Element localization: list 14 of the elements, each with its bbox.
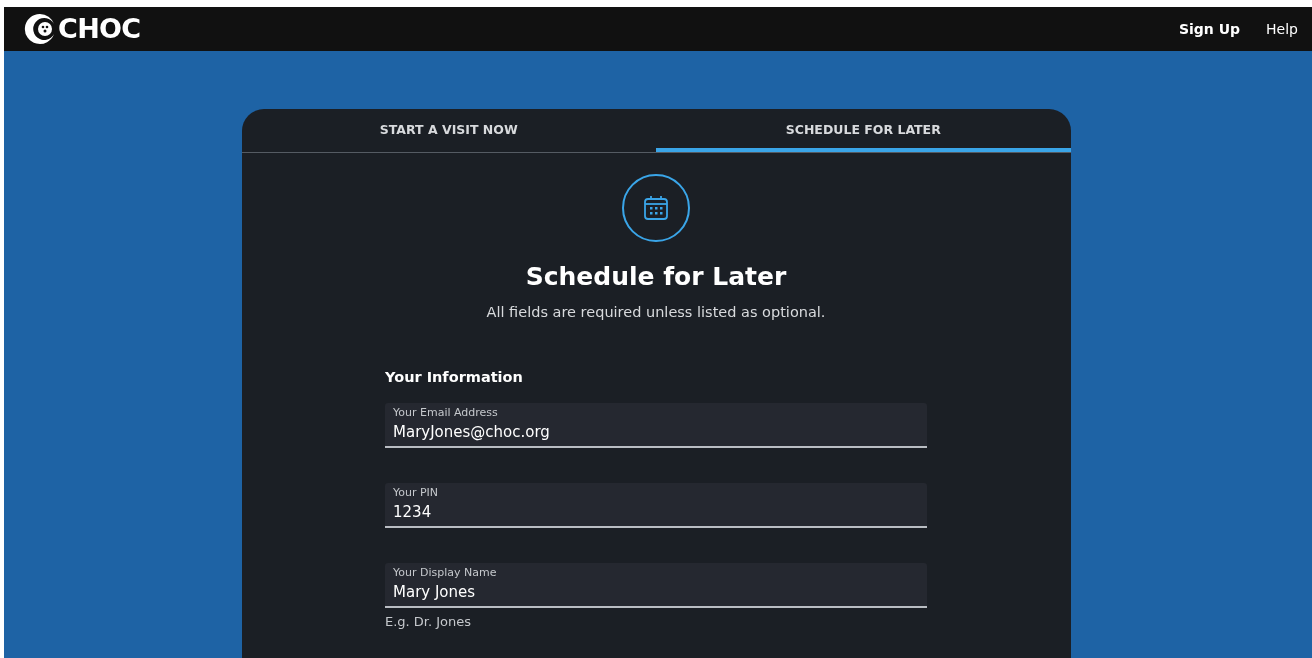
tab[interactable]: SCHEDULE FOR LATER (656, 109, 1071, 152)
crescent-bear-logo-icon (24, 13, 56, 45)
field-label: Your PIN (393, 486, 439, 500)
field-label: Your Display Name (393, 566, 497, 580)
section-heading: Your Information (385, 368, 524, 388)
page-title: Schedule for Later (525, 261, 787, 293)
logo-text: CHOC (58, 11, 141, 46)
calendar-badge-icon (622, 174, 690, 242)
nav-link[interactable]: Help (1266, 18, 1298, 40)
nav-link[interactable]: Sign Up (1178, 18, 1241, 40)
field-hint: E.g. Dr. Jones (385, 613, 472, 631)
required-note: All fields are required unless listed as optional. (486, 302, 826, 322)
tab[interactable]: START A VISIT NOW (241, 109, 656, 152)
field-label: Your Email Address (393, 406, 498, 420)
